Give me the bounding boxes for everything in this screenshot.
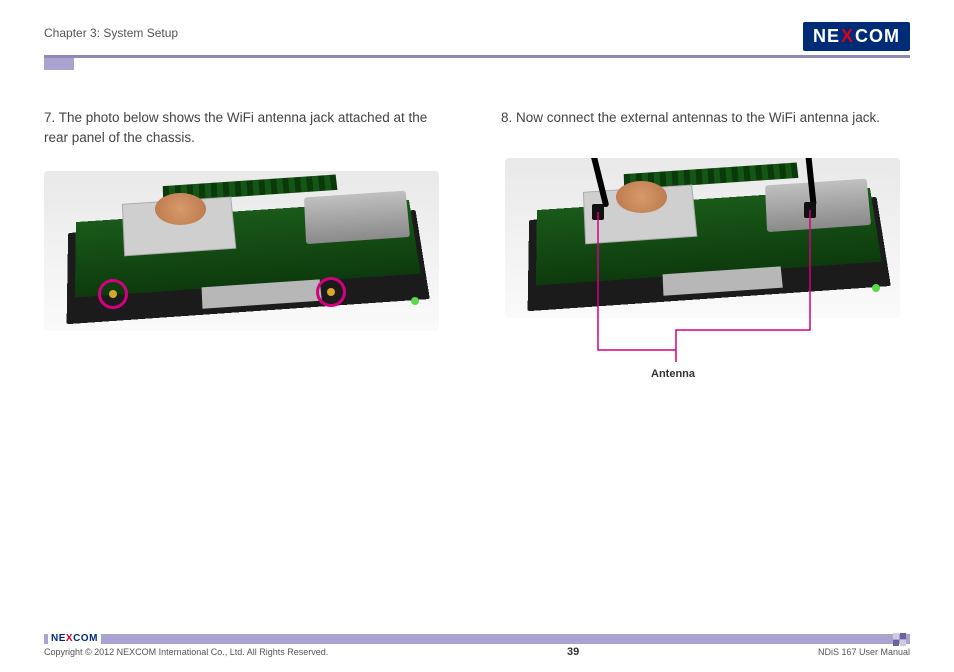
antenna-callout-label: Antenna (651, 368, 695, 380)
page-footer: NEXCOM Copyright © 2012 NEXCOM Internati… (44, 634, 910, 658)
brand-logo: NEXCOM (803, 22, 910, 51)
footer-bar: NEXCOM (44, 634, 910, 644)
page: Chapter 3: System Setup NEXCOM 7. The ph… (0, 0, 954, 672)
column-left: 7. The photo below shows the WiFi antenn… (44, 108, 453, 331)
footer-logo-left: NE (51, 633, 66, 644)
column-right: 8. Now connect the external antennas to … (501, 108, 910, 331)
chapter-title: Chapter 3: System Setup (44, 22, 178, 40)
footer-logo-right: COM (73, 633, 98, 644)
copper-heatspreader-2 (616, 181, 667, 213)
board-photo-1 (44, 171, 439, 331)
highlight-circle-left (98, 279, 128, 309)
content-columns: 7. The photo below shows the WiFi antenn… (44, 108, 910, 331)
page-number: 39 (567, 646, 579, 658)
antenna-base-right (804, 202, 816, 218)
footer-squares-icon (893, 633, 906, 646)
step-8-text: 8. Now connect the external antennas to … (501, 108, 910, 128)
board-photo-2 (505, 158, 900, 318)
brand-logo-text-right: COM (855, 26, 900, 47)
figure-step-7 (44, 171, 453, 331)
figure-step-8: Antenna (501, 150, 910, 318)
copyright-text: Copyright © 2012 NEXCOM International Co… (44, 647, 328, 657)
document-title: NDiS 167 User Manual (818, 647, 910, 657)
footer-logo: NEXCOM (48, 634, 101, 644)
page-header: Chapter 3: System Setup NEXCOM (44, 22, 910, 58)
footer-logo-x: X (66, 633, 73, 644)
hard-drive (304, 191, 410, 244)
audio-jack-icon-2 (872, 284, 880, 292)
hard-drive-2 (765, 178, 871, 231)
antenna-base-left (592, 204, 604, 220)
accent-bar (44, 58, 74, 70)
brand-logo-text-left: NE (813, 26, 840, 47)
audio-jack-icon (411, 297, 419, 305)
step-7-text: 7. The photo below shows the WiFi antenn… (44, 108, 453, 149)
highlight-circle-right (316, 277, 346, 307)
footer-row: Copyright © 2012 NEXCOM International Co… (44, 646, 910, 658)
brand-logo-x: X (841, 26, 854, 47)
copper-heatspreader (155, 193, 206, 225)
